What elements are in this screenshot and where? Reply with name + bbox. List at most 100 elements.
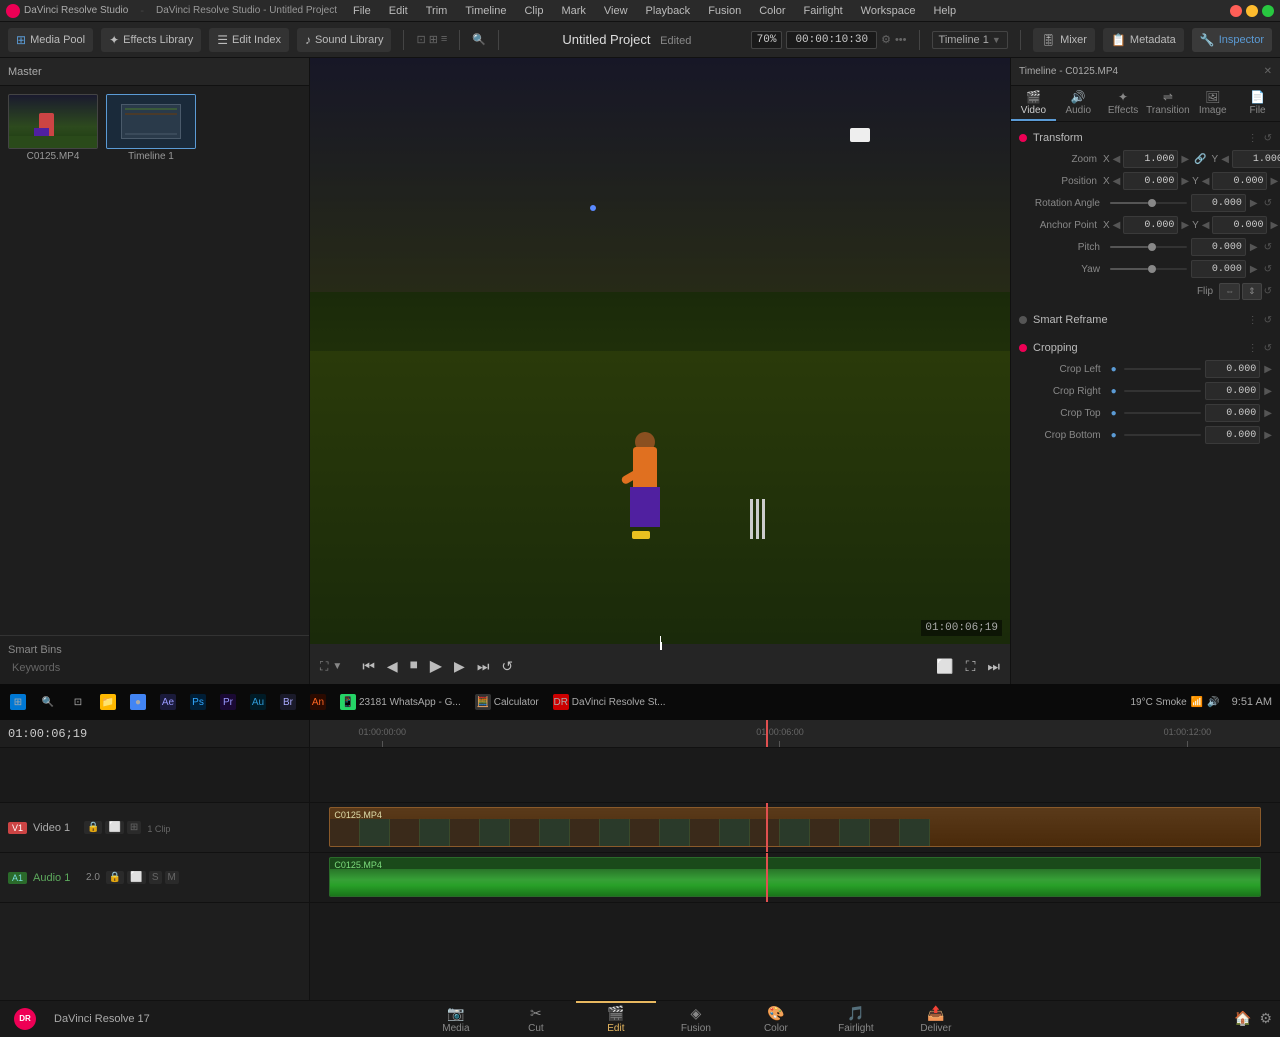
toolbar-layout-btn[interactable]: ⊡ [416, 33, 425, 46]
nav-tab-fusion[interactable]: ◈ Fusion [656, 1001, 736, 1037]
audio1-monitor-icon[interactable]: ⬜ [127, 871, 145, 884]
clip-1-thumbnail[interactable] [8, 94, 98, 149]
effects-library-btn[interactable]: ✦ Effects Library [101, 28, 201, 52]
pos-y-up[interactable]: ▶ [1270, 176, 1278, 187]
transform-reset-icon[interactable]: ↺ [1264, 133, 1272, 144]
video1-lock-icon[interactable]: 🔒 [84, 821, 102, 834]
pos-x-up[interactable]: ▶ [1181, 176, 1189, 187]
audio1-track-row[interactable]: C0125.MP4 [310, 853, 1280, 903]
crop-left-input[interactable] [1205, 360, 1260, 378]
whatsapp-btn[interactable]: 📱 23181 WhatsApp - G... [334, 688, 467, 716]
rotation-slider[interactable] [1110, 202, 1187, 204]
menu-fusion[interactable]: Fusion [704, 3, 745, 19]
menu-color[interactable]: Color [755, 3, 789, 19]
audio1-m-icon[interactable]: M [165, 871, 179, 884]
nav-tab-edit[interactable]: 🎬 Edit [576, 1001, 656, 1037]
media-pool-btn[interactable]: ⊞ Media Pool [8, 28, 93, 52]
flip-reset[interactable]: ↺ [1264, 286, 1272, 297]
zoom-y-input[interactable] [1232, 150, 1280, 168]
yaw-up[interactable]: ▶ [1250, 264, 1258, 275]
menu-mark[interactable]: Mark [557, 3, 589, 19]
win-close-btn[interactable] [1230, 5, 1242, 17]
cropping-header[interactable]: Cropping ⋮ ↺ [1019, 338, 1272, 358]
network-icon[interactable]: 📶 [1191, 697, 1203, 708]
stop-btn[interactable]: ⏹ [410, 657, 418, 675]
go-to-start-btn[interactable]: ⏮ [362, 658, 375, 675]
menu-timeline[interactable]: Timeline [461, 3, 510, 19]
audio1-s-icon[interactable]: S [149, 871, 162, 884]
play-btn[interactable]: ▶ [430, 656, 442, 676]
clip-2-thumbnail[interactable] [106, 94, 196, 149]
cropping-options-icon[interactable]: ⋮ [1248, 343, 1258, 354]
rotation-reset[interactable]: ↺ [1264, 198, 1272, 209]
zoom-link-icon[interactable]: 🔗 [1194, 154, 1206, 165]
menu-workspace[interactable]: Workspace [857, 3, 920, 19]
sound-library-btn[interactable]: ♪ Sound Library [297, 28, 392, 52]
pitch-slider[interactable] [1110, 246, 1187, 248]
inspector-btn[interactable]: 🔧 Inspector [1192, 28, 1272, 52]
search-icon[interactable]: 🔍 [472, 33, 486, 46]
pitch-slider-thumb[interactable] [1148, 243, 1156, 251]
media-clip-1[interactable]: C0125.MP4 [8, 94, 98, 162]
audio-monitor-btn[interactable]: ⏭ [987, 658, 1000, 675]
preview-playbar[interactable] [310, 644, 1010, 648]
crop-left-up[interactable]: ▶ [1264, 364, 1272, 375]
menu-view[interactable]: View [600, 3, 632, 19]
fullscreen-btn[interactable]: ⛶ [966, 658, 976, 675]
preview-options-btn[interactable]: ▼ [332, 661, 342, 672]
nav-tab-cut[interactable]: ✂ Cut [496, 1001, 576, 1037]
mixer-btn[interactable]: 🎚 Mixer [1033, 28, 1095, 52]
smart-reframe-options-icon[interactable]: ⋮ [1248, 315, 1258, 326]
menu-trim[interactable]: Trim [422, 3, 452, 19]
loop-btn[interactable]: ↺ [501, 658, 513, 675]
yaw-input[interactable] [1191, 260, 1246, 278]
nav-tab-color[interactable]: 🎨 Color [736, 1001, 816, 1037]
crop-left-slider[interactable] [1124, 368, 1202, 370]
audition-btn[interactable]: Au [244, 688, 272, 716]
insp-tab-audio[interactable]: 🔊 Audio [1056, 86, 1101, 121]
menu-file[interactable]: File [349, 3, 375, 19]
video1-track-row[interactable]: C0125.MP4 [310, 803, 1280, 853]
zoom-x-input[interactable] [1123, 150, 1178, 168]
menu-help[interactable]: Help [929, 3, 960, 19]
more-options-icon[interactable]: ••• [895, 34, 907, 46]
anchor-x-up[interactable]: ▶ [1181, 220, 1189, 231]
preview-video[interactable] [310, 58, 1010, 644]
anchor-x-input[interactable] [1123, 216, 1178, 234]
transform-options-icon[interactable]: ⋮ [1248, 133, 1258, 144]
crop-top-input[interactable] [1205, 404, 1260, 422]
menu-playback[interactable]: Playback [642, 3, 695, 19]
photoshop-btn[interactable]: Ps [184, 688, 212, 716]
calculator-btn[interactable]: 🧮 Calculator [469, 688, 545, 716]
zoom-x-down[interactable]: ◀ [1113, 154, 1121, 165]
win-min-btn[interactable] [1246, 5, 1258, 17]
yaw-reset[interactable]: ↺ [1264, 264, 1272, 275]
preview-fullscreen-btn[interactable]: ⛶ [320, 659, 328, 674]
search-taskbar-btn[interactable]: 🔍 [34, 688, 62, 716]
win-max-btn[interactable] [1262, 5, 1274, 17]
insp-tab-effects[interactable]: ✦ Effects [1101, 86, 1146, 121]
cropping-reset-icon[interactable]: ↺ [1264, 343, 1272, 354]
video-clip-1[interactable]: C0125.MP4 [329, 807, 1260, 847]
menu-edit[interactable]: Edit [385, 3, 412, 19]
rotation-up[interactable]: ▶ [1250, 198, 1258, 209]
crop-right-up[interactable]: ▶ [1264, 386, 1272, 397]
premiere-btn[interactable]: Pr [214, 688, 242, 716]
nav-settings-btn[interactable]: ⚙ [1259, 1010, 1272, 1027]
crop-top-up[interactable]: ▶ [1264, 408, 1272, 419]
go-to-end-btn[interactable]: ⏭ [477, 658, 490, 675]
edit-index-btn[interactable]: ☰ Edit Index [209, 28, 289, 52]
flip-h-btn[interactable]: ⇔ [1219, 283, 1240, 300]
pos-y-down[interactable]: ◀ [1202, 176, 1210, 187]
timeline-ruler[interactable]: 01:00:00:00 01:00:06:00 01:00:12:00 [310, 720, 1280, 748]
animate-btn[interactable]: An [304, 688, 332, 716]
yaw-slider-thumb[interactable] [1148, 265, 1156, 273]
anchor-y-up[interactable]: ▶ [1270, 220, 1278, 231]
toolbar-grid-btn[interactable]: ⊞ [429, 33, 438, 46]
crop-right-slider[interactable] [1124, 390, 1202, 392]
start-btn[interactable]: ⊞ [4, 688, 32, 716]
insp-tab-file[interactable]: 📄 File [1235, 86, 1280, 121]
yaw-slider[interactable] [1110, 268, 1187, 270]
pos-x-down[interactable]: ◀ [1113, 176, 1121, 187]
crop-bottom-slider[interactable] [1124, 434, 1202, 436]
